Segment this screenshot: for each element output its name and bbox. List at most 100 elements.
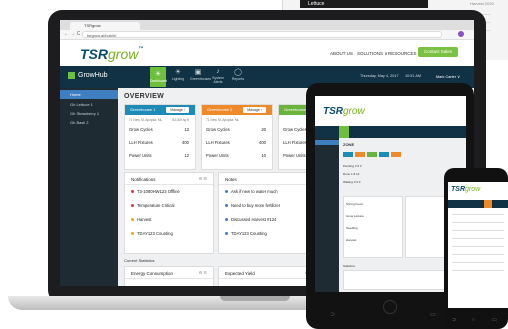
tablet-tag — [367, 152, 377, 157]
phone-screen: TSRgrow — [448, 182, 508, 308]
phone-divider — [452, 270, 504, 271]
card-row: Grow Cycles 13 — [129, 127, 189, 132]
sidebar-item-lettuce[interactable]: Gh Lettuce 1 — [60, 100, 118, 109]
toolbar-label: Reports — [231, 77, 245, 81]
sidebar-item-home[interactable]: Home — [60, 90, 118, 99]
panel-header: Expected Yield⚙ ☰ — [219, 267, 319, 279]
current-time: 10:51 AM — [405, 74, 422, 78]
sun-icon: ☀ — [154, 71, 162, 78]
phone-recent-icon[interactable]: ▭ — [492, 317, 497, 323]
card-row: LLH Fixtures 400 — [129, 140, 189, 145]
card-address: 71 New St, Apopka, ML — [206, 118, 240, 122]
contact-sales-button[interactable]: Contact Sales — [418, 47, 458, 57]
phone-back-icon[interactable]: ⊃ — [452, 317, 456, 323]
status-dot — [131, 204, 134, 208]
greenhouse-card[interactable]: Greenhouse 2 Manage › 71 New St, Apopka, … — [201, 104, 273, 170]
settings-icon[interactable]: ⚙ ☰ — [199, 176, 207, 181]
back-icon[interactable]: ⊃ — [330, 311, 335, 318]
recent-apps-icon[interactable]: ▭ — [430, 311, 436, 318]
sun-icon: ☀ — [174, 69, 182, 76]
nav-resources[interactable]: RESOURCES ∨ — [388, 51, 421, 57]
note-item[interactable]: Discussed Harvest #124... — [225, 217, 276, 226]
tablet-tag — [379, 152, 389, 157]
notification-item[interactable]: Harvest... — [131, 217, 151, 226]
tablet-logo: TSRgrow — [323, 106, 365, 117]
settings-icon[interactable]: ⚙ ☰ — [199, 270, 207, 275]
phone-toolbar — [448, 200, 508, 208]
status-dot — [131, 190, 134, 194]
tablet-sidebar — [315, 138, 339, 292]
card-row: Power Units 12 — [129, 153, 189, 158]
phone-divider — [452, 214, 504, 215]
notification-item[interactable]: T3-1080HW123 Offline... — [131, 189, 180, 198]
greenhouse-card[interactable]: Greenhouse 1 Manage › 71 New St, Apopka, … — [124, 104, 196, 170]
lighting-toolbar-button[interactable]: ☀ Lighting — [170, 68, 186, 81]
phone-divider — [452, 230, 504, 231]
app-title: GrowHub — [78, 72, 108, 79]
sidebar-item-strawberry[interactable]: Gh Strawberry 1 — [60, 109, 118, 118]
phone-divider — [452, 238, 504, 239]
url-input[interactable]: tsrgrow.ai/hub/#/ — [82, 31, 442, 38]
phone-home-icon[interactable]: ○ — [472, 317, 475, 323]
current-date: Thursday, May 4, 2017 — [360, 74, 399, 78]
greenhouses-toolbar-button[interactable]: ▣ Greenhouses — [190, 68, 211, 81]
sidebar-item-basil[interactable]: Gh Basil 2 — [60, 118, 118, 127]
section-title: Current Statistics — [124, 258, 155, 263]
greenhouse-icon: ▣ — [194, 69, 202, 76]
toolbar-label: Dashboard — [150, 79, 168, 83]
alerts-toolbar-button[interactable]: ♪ System Alerts — [210, 68, 226, 84]
phone-logo: TSRgrow — [451, 186, 481, 193]
tablet-sidebar-active[interactable] — [315, 140, 339, 145]
nav-solutions[interactable]: SOLUTIONS ∨ — [357, 51, 388, 57]
page-title: OVERVIEW — [124, 93, 165, 100]
tablet-tag — [391, 152, 401, 157]
tablet-list-item[interactable]: Grow Lettuce — [346, 214, 364, 218]
card-header: Greenhouse 1 Manage › — [125, 105, 195, 115]
nav-about[interactable]: ABOUT US — [330, 51, 353, 56]
status-dot — [131, 218, 134, 222]
alert-icon: ♪ — [216, 68, 220, 75]
note-item[interactable]: Need to buy more fertilizer... — [225, 203, 280, 212]
tablet-toolbar-active[interactable] — [339, 126, 349, 138]
notification-item[interactable]: Temperature Critical... — [131, 203, 174, 212]
site-logo[interactable]: TSRgrow™ — [80, 46, 143, 62]
tablet-list-item[interactable]: Seedling — [346, 226, 358, 230]
phone-divider — [452, 246, 504, 247]
tablet-home-button[interactable] — [383, 300, 397, 314]
energy-consumption-panel: Energy Consumption ⚙ ☰ — [124, 266, 214, 286]
dashboard-toolbar-button[interactable]: ☀ Dashboard — [150, 67, 168, 87]
browser-tab[interactable]: TSRgrow — [70, 22, 140, 30]
reports-toolbar-button[interactable]: ◯ Reports — [230, 68, 246, 81]
card-row: Grow Cycles 20 — [206, 127, 266, 132]
manage-button[interactable]: Manage › — [166, 107, 189, 113]
note-item[interactable]: TDAY123 Counting... — [225, 231, 267, 240]
phone-divider — [452, 222, 504, 223]
browser-nav-icons[interactable]: ← → C — [64, 31, 80, 37]
tablet-list-item[interactable]: Harvest — [346, 238, 356, 242]
panel-header: Notifications ⚙ ☰ — [125, 173, 213, 185]
reports-icon: ◯ — [234, 69, 242, 76]
note-item[interactable]: Ask if new to water much... — [225, 189, 278, 198]
profile-icon[interactable] — [458, 31, 464, 37]
tablet-row: Done 1 8 14 — [343, 172, 360, 176]
notification-item[interactable]: TDAY123 Counting... — [131, 231, 173, 240]
tablet-tag — [343, 152, 353, 157]
phone-divider — [452, 262, 504, 263]
growhub-logo-icon — [68, 72, 75, 79]
manage-button[interactable]: Manage › — [243, 107, 266, 113]
user-menu[interactable]: Mark Carter ∨ — [436, 74, 460, 79]
note-dot — [225, 232, 228, 236]
tablet-toolbar — [315, 126, 466, 138]
note-dot — [225, 190, 228, 194]
background-document-note: Harvest 2020 — [470, 1, 494, 6]
tablet-list-item[interactable]: Spring Fever — [346, 202, 363, 206]
toolbar-label: Lighting — [171, 77, 185, 81]
note-dot — [225, 218, 228, 222]
toolbar-label: System Alerts — [212, 76, 224, 84]
phone-divider — [452, 254, 504, 255]
tablet-tag — [355, 152, 365, 157]
phone-toolbar-active[interactable] — [484, 200, 492, 208]
status-dot — [131, 232, 134, 236]
panel-header: Notes — [219, 173, 319, 185]
tablet-section-title: ZONE — [343, 142, 355, 147]
